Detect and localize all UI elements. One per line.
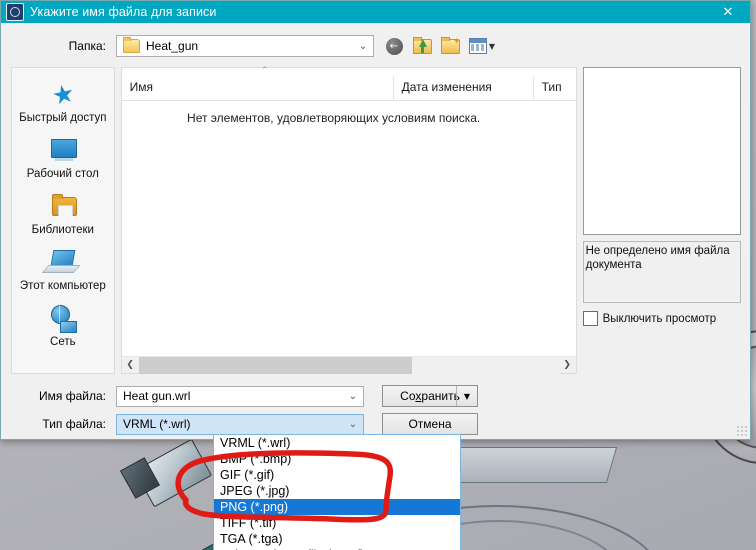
scroll-right-icon[interactable]: ❯ [559,357,576,374]
chevron-down-icon[interactable]: ⌄ [343,419,363,430]
filetype-combobox[interactable]: VRML (*.wrl) ⌄ [116,413,364,435]
dialog-titlebar: Укажите имя файла для записи ✕ [1,1,750,23]
view-mode-icon [468,38,487,54]
new-folder-icon: ✦ [440,36,461,54]
filetype-option[interactable]: TIFF (*.tif) [214,515,460,531]
sidebar-item-label: Сеть [50,336,76,348]
filetype-label: Тип файла: [42,417,106,431]
save-button[interactable]: Сохранить ▼ [382,385,478,407]
folder-combobox-value: Heat_gun [146,39,199,53]
model-heat-gun-nozzle [133,438,213,508]
disable-preview-label: Выключить просмотр [602,312,717,325]
scrollbar-thumb[interactable] [138,356,412,374]
folder-combobox[interactable]: Heat_gun ⌄ [116,35,374,57]
sidebar-item-network[interactable]: Сеть [12,298,114,354]
up-one-level-button[interactable] [411,35,433,57]
save-button-label: Сохранить [400,389,460,403]
new-folder-button[interactable]: ✦ [439,35,461,57]
folder-navigation-bar: Папка: Heat_gun ⌄ ← ✦ ▼ [1,23,750,67]
monitor-icon [46,135,80,165]
file-list[interactable]: ⌃ Имя Дата изменения Тип Нет элементов, … [120,67,577,374]
back-button[interactable]: ← [383,35,405,57]
preview-pane: Не определено имя файла документа Выключ… [582,67,750,374]
sidebar-item-libraries[interactable]: Библиотеки [12,186,114,242]
folder-icon [123,37,140,53]
sort-ascending-icon[interactable]: ⌃ [253,67,277,76]
filetype-option[interactable]: BMP (*.bmp) [214,451,460,467]
new-folder-star-icon: ✦ [452,36,461,47]
chevron-down-icon[interactable]: ⌄ [353,41,373,52]
view-mode-button[interactable]: ▼ [467,35,497,57]
filetype-option[interactable]: GIF (*.gif) [214,467,460,483]
chevron-down-icon[interactable]: ⌄ [343,391,363,402]
dialog-body: ★ Быстрый доступ Рабочий стол Библиотеки… [1,67,750,374]
sidebar-item-label: Рабочий стол [26,168,99,180]
column-header-type[interactable]: Тип [534,76,576,100]
filename-label: Имя файла: [39,389,106,403]
chevron-down-icon[interactable]: ▼ [489,42,495,51]
filetype-row: Тип файла: VRML (*.wrl) ⌄ Отмена [1,413,750,435]
up-one-level-icon [412,36,432,54]
folder-label: Папка: [68,39,106,53]
places-sidebar: ★ Быстрый доступ Рабочий стол Библиотеки… [11,67,115,374]
file-save-form: Имя файла: Heat gun.wrl ⌄ Сохранить ▼ Ти… [1,385,750,435]
network-globe-icon [46,303,80,333]
cancel-button[interactable]: Отмена [382,413,478,435]
sidebar-item-label: Библиотеки [31,224,94,236]
filetype-option[interactable]: TGA (*.tga) [214,531,460,547]
sidebar-item-desktop[interactable]: Рабочий стол [12,130,114,186]
libraries-folder-icon [46,191,80,221]
file-list-header: Имя Дата изменения Тип [121,76,576,101]
cancel-button-label: Отмена [408,417,452,431]
disable-preview-row[interactable]: Выключить просмотр [582,311,750,326]
sidebar-item-quick-access[interactable]: ★ Быстрый доступ [12,74,114,130]
resize-grip[interactable] [736,425,748,437]
column-header-date-modified[interactable]: Дата изменения [394,76,534,100]
computer-icon [46,247,80,277]
filename-input[interactable]: Heat gun.wrl ⌄ [116,385,364,407]
save-file-dialog: Укажите имя файла для записи ✕ Папка: He… [0,0,751,440]
filename-row: Имя файла: Heat gun.wrl ⌄ Сохранить ▼ [1,385,750,407]
scrollbar-track[interactable] [138,356,559,374]
star-icon: ★ [49,77,78,112]
dialog-title: Укажите имя файла для записи [30,5,217,19]
filetype-value: VRML (*.wrl) [123,417,191,431]
preview-info-text: Не определено имя файла документа [582,241,741,303]
filetype-option[interactable]: JPEG (*.jpg) [214,483,460,499]
empty-state-message: Нет элементов, удовлетворяющих условиям … [187,111,481,125]
sidebar-item-this-computer[interactable]: Этот компьютер [12,242,114,298]
filetype-option[interactable]: PNG (*.png) [214,499,460,515]
horizontal-scrollbar[interactable]: ❮ ❯ [121,356,576,374]
filetype-dropdown-list[interactable]: VRML (*.wrl) BMP (*.bmp) GIF (*.gif) JPEG (… [213,434,461,550]
disable-preview-checkbox[interactable] [582,311,598,326]
scroll-left-icon[interactable]: ❮ [122,357,139,374]
app-icon [6,3,24,21]
sidebar-item-label: Быстрый доступ [19,112,107,124]
back-arrow-icon: ← [385,37,403,55]
model-heat-gun-tip [119,457,161,499]
filetype-option[interactable]: VRML (*.wrl) [214,435,460,451]
close-icon[interactable]: ✕ [706,1,750,23]
navigation-toolbar: ← ✦ ▼ [383,35,497,57]
save-dropdown-icon[interactable]: ▼ [456,386,477,406]
preview-thumbnail [582,67,741,235]
filename-value: Heat gun.wrl [123,389,191,403]
sidebar-item-label: Этот компьютер [19,280,106,292]
column-header-name[interactable]: Имя [122,76,394,100]
